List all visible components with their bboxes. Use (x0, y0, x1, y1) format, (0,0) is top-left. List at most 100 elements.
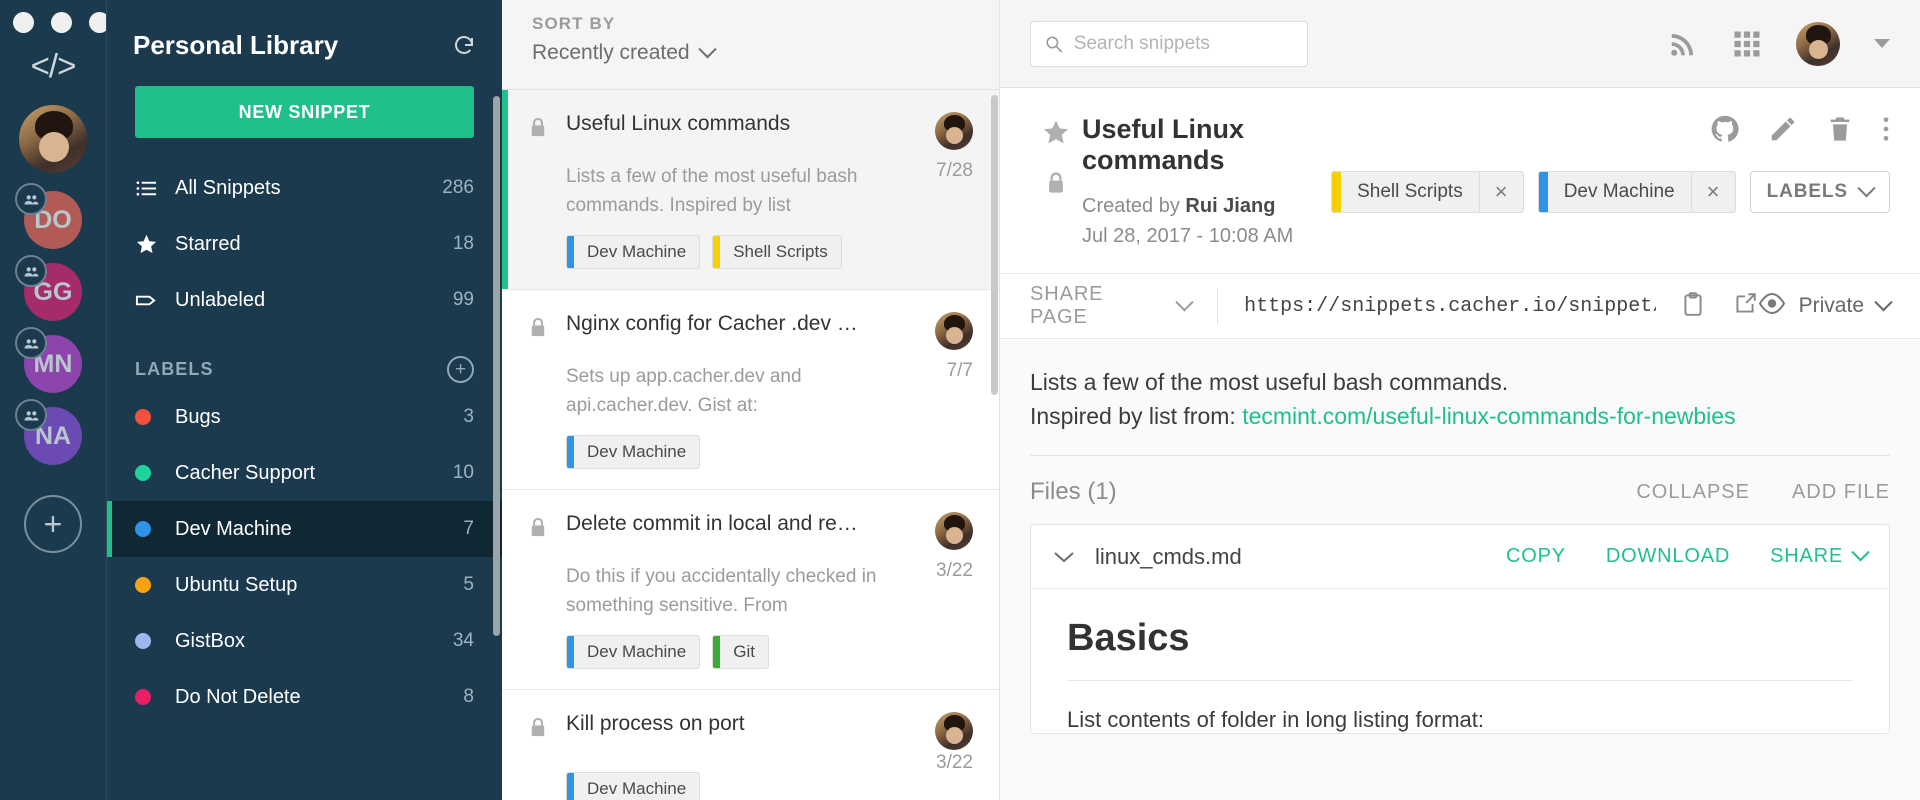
detail-body: Lists a few of the most useful bash comm… (1000, 339, 1920, 800)
snippet-title: Kill process on port (566, 711, 745, 735)
list-item[interactable]: Kill process on port 3/22 Dev Machine (502, 690, 999, 800)
team-item[interactable]: MN (15, 327, 82, 393)
top-bar (1000, 0, 1920, 88)
list-item[interactable]: Delete commit in local and re… Do this i… (502, 490, 999, 690)
files-actions: COLLAPSE ADD FILE (1636, 481, 1890, 504)
sidebar-item-all-snippets[interactable]: All Snippets 286 (107, 160, 502, 216)
sidebar: Personal Library NEW SNIPPET All Snippet… (106, 0, 502, 800)
pencil-icon[interactable] (1768, 114, 1798, 149)
description-link[interactable]: tecmint.com/useful-linux-commands-for-ne… (1242, 403, 1735, 429)
lock-icon (528, 112, 566, 144)
download-button[interactable]: DOWNLOAD (1606, 545, 1730, 568)
tag-chip[interactable]: Dev Machine (566, 434, 701, 469)
privacy-label: Private (1798, 294, 1864, 317)
star-icon[interactable] (1041, 118, 1071, 152)
detail-header-text: Useful Linux commands Created by Rui Jia… (1082, 114, 1331, 251)
remove-tag-icon[interactable]: × (1478, 172, 1523, 212)
snippet-list-scrollbar[interactable] (991, 95, 998, 395)
tag-color-bar (567, 772, 574, 800)
more-vertical-icon[interactable] (1882, 115, 1890, 148)
share-button[interactable]: SHARE (1770, 543, 1870, 568)
tag-chip-dev-machine[interactable]: Dev Machine × (1537, 171, 1736, 213)
team-item[interactable]: NA (15, 399, 82, 465)
sidebar-label-do-not-delete[interactable]: Do Not Delete 8 (107, 669, 502, 725)
search-input[interactable] (1030, 20, 1308, 67)
avatar[interactable] (19, 105, 87, 173)
tag-chip[interactable]: Dev Machine (566, 634, 701, 669)
library-title: Personal Library (133, 30, 339, 60)
sidebar-label-bugs[interactable]: Bugs 3 (107, 389, 502, 445)
sidebar-item-label: Starred (175, 232, 241, 255)
tag-label: Git (733, 641, 755, 661)
snippet-list-column: SORT BY Recently created Useful Linux co… (502, 0, 1000, 800)
chevron-down-icon[interactable] (1874, 39, 1890, 48)
refresh-icon[interactable] (452, 34, 476, 58)
new-snippet-button[interactable]: NEW SNIPPET (135, 86, 474, 138)
file-content: Basics List contents of folder in long l… (1031, 589, 1889, 733)
top-bar-actions (1668, 21, 1890, 66)
tag-color-bar (567, 635, 574, 668)
label-count: 7 (463, 518, 474, 539)
lock-icon (1045, 169, 1067, 201)
label-count: 5 (463, 574, 474, 595)
privacy-dropdown[interactable]: Private (1758, 292, 1893, 320)
sidebar-label-dev-machine[interactable]: Dev Machine 7 (107, 501, 502, 557)
add-file-button[interactable]: ADD FILE (1792, 481, 1890, 504)
sidebar-scrollbar[interactable] (493, 96, 500, 636)
sidebar-label-ubuntu-setup[interactable]: Ubuntu Setup 5 (107, 557, 502, 613)
share-page-dropdown[interactable]: SHARE PAGE (1030, 283, 1194, 329)
description-prefix: Inspired by list from: (1030, 403, 1236, 430)
tag-chip[interactable]: Dev Machine (566, 771, 701, 800)
snippet-url[interactable]: https://snippets.cacher.io/snippet/ (1244, 295, 1655, 318)
sidebar-item-unlabeled[interactable]: Unlabeled 99 (107, 272, 502, 328)
group-icon (15, 183, 47, 215)
labels-dropdown-button[interactable]: LABELS (1749, 171, 1890, 213)
remove-tag-icon[interactable]: × (1690, 172, 1735, 212)
lock-icon (528, 312, 566, 344)
apps-grid-icon[interactable] (1732, 29, 1762, 59)
tag-chip-shell-scripts[interactable]: Shell Scripts × (1331, 171, 1524, 213)
team-item[interactable]: DO (15, 183, 82, 249)
team-list: DO GG MN NA + (15, 183, 82, 553)
snippet-description: Lists a few of the most useful bash comm… (1030, 339, 1890, 433)
search-field[interactable] (1073, 32, 1293, 55)
tag-chip[interactable]: Git (712, 634, 769, 669)
tag-chip[interactable]: Dev Machine (566, 234, 701, 269)
sidebar-label-cacher-support[interactable]: Cacher Support 10 (107, 445, 502, 501)
chevron-down-icon[interactable] (1053, 550, 1075, 564)
app-window: </> DO GG MN NA + Personal Library NEW S… (0, 0, 1920, 800)
label-name: Cacher Support (175, 461, 316, 484)
minimize-button[interactable] (51, 12, 72, 33)
snippet-title: Useful Linux commands (566, 112, 791, 135)
sidebar-item-label: All Snippets (175, 176, 281, 199)
sidebar-item-starred[interactable]: Starred 18 (107, 216, 502, 272)
github-icon[interactable] (1710, 114, 1740, 149)
list-item[interactable]: Nginx config for Cacher .dev … Sets up a… (502, 290, 999, 490)
add-team-button[interactable]: + (24, 495, 82, 553)
team-item[interactable]: GG (15, 255, 82, 321)
external-link-icon[interactable] (1732, 291, 1758, 322)
avatar[interactable] (1796, 21, 1840, 66)
search-icon (1046, 36, 1063, 52)
chevron-down-icon (1857, 178, 1876, 197)
sidebar-label-gistbox[interactable]: GistBox 34 (107, 613, 502, 669)
created-by-prefix: Created by (1082, 195, 1180, 217)
copy-button[interactable]: COPY (1506, 545, 1566, 568)
avatar (935, 711, 973, 750)
tag-chip[interactable]: Shell Scripts (712, 234, 842, 269)
author-name: Rui Jiang (1185, 195, 1276, 217)
share-bar: SHARE PAGE https://snippets.cacher.io/sn… (1000, 273, 1920, 339)
content-heading: Basics (1067, 617, 1190, 660)
plus-circle-icon[interactable]: + (447, 356, 474, 383)
lock-icon (528, 712, 566, 744)
sort-dropdown[interactable]: Recently created (532, 39, 999, 65)
trash-icon[interactable] (1826, 115, 1854, 148)
list-item[interactable]: Useful Linux commands Lists a few of the… (502, 90, 999, 290)
clipboard-icon[interactable] (1680, 291, 1706, 322)
snippet-date: 7/28 (936, 160, 973, 181)
rss-icon[interactable] (1668, 29, 1698, 59)
snippet-date: 7/7 (946, 359, 973, 381)
snippet-date: 3/22 (936, 751, 973, 773)
close-button[interactable] (13, 12, 34, 33)
collapse-button[interactable]: COLLAPSE (1636, 481, 1750, 504)
